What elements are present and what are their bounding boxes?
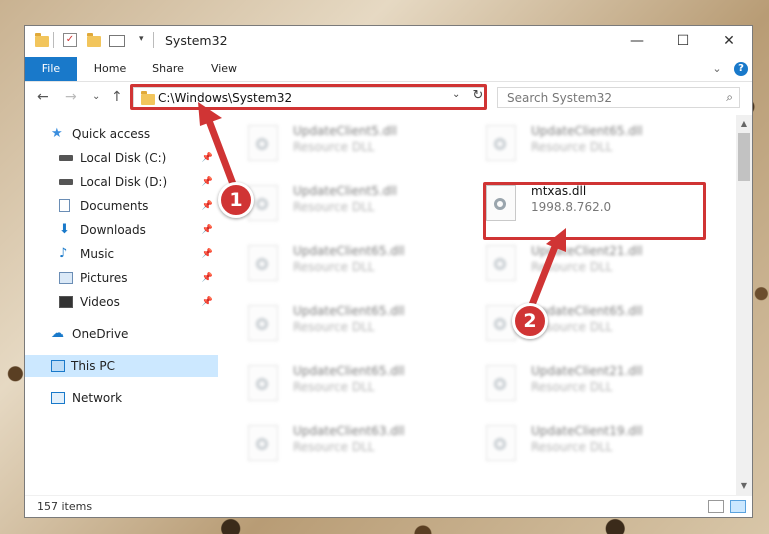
arrow-2 (526, 228, 566, 314)
annotation-arrows (198, 102, 566, 314)
arrow-1 (198, 102, 240, 196)
step-badge-2: 2 (512, 303, 548, 339)
step-badge-1: 1 (218, 182, 254, 218)
